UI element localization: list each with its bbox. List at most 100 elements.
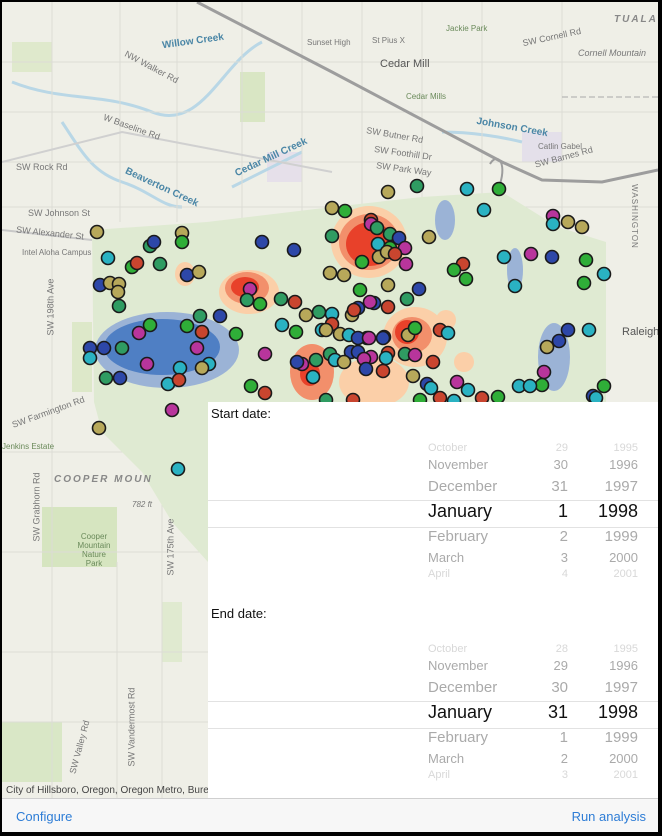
incident-point-green[interactable] [407, 320, 423, 336]
picker-row[interactable]: April 3 2001 [208, 769, 658, 789]
picker-row[interactable]: March 3 2000 [208, 550, 658, 570]
picker-row-selected[interactable]: January 31 1998 [208, 702, 658, 722]
incident-point-teal[interactable] [399, 291, 415, 307]
year-cell[interactable]: 2001 [588, 568, 638, 580]
incident-point-red[interactable] [387, 246, 403, 262]
month-cell[interactable]: November [428, 457, 508, 472]
incident-point-olive[interactable] [380, 277, 396, 293]
picker-row[interactable]: December 31 1997 [208, 478, 658, 498]
incident-point-teal[interactable] [239, 292, 255, 308]
month-cell[interactable]: December [428, 679, 508, 696]
day-cell[interactable]: 1 [528, 501, 568, 522]
year-cell[interactable]: 1999 [588, 729, 638, 746]
month-cell[interactable]: February [428, 528, 508, 545]
incident-point-navy[interactable] [560, 322, 576, 338]
day-cell[interactable]: 29 [528, 658, 568, 673]
incident-point-red[interactable] [171, 372, 187, 388]
incident-point-green[interactable] [252, 296, 268, 312]
incident-point-navy[interactable] [411, 281, 427, 297]
picker-row[interactable]: March 2 2000 [208, 751, 658, 771]
incident-point-magenta[interactable] [361, 330, 377, 346]
month-cell[interactable]: October [428, 442, 508, 454]
day-cell[interactable]: 31 [528, 478, 568, 495]
incident-point-navy[interactable] [544, 249, 560, 265]
picker-row[interactable]: February 2 1999 [208, 528, 658, 548]
incident-point-olive[interactable] [324, 200, 340, 216]
incident-point-olive[interactable] [336, 354, 352, 370]
incident-point-cyan[interactable] [460, 382, 476, 398]
incident-point-red[interactable] [194, 324, 210, 340]
incident-point-cyan[interactable] [82, 350, 98, 366]
incident-point-teal[interactable] [273, 291, 289, 307]
start-date-picker[interactable]: October 29 1995 November 30 1996 December 31 199… [208, 442, 658, 592]
day-cell[interactable]: 4 [528, 568, 568, 580]
day-cell[interactable]: 3 [528, 769, 568, 781]
day-cell[interactable]: 30 [528, 457, 568, 472]
configure-button[interactable]: Configure [16, 809, 72, 824]
day-cell[interactable]: 2 [528, 751, 568, 766]
incident-point-olive[interactable] [380, 184, 396, 200]
day-cell[interactable]: 1 [528, 729, 568, 746]
year-cell[interactable]: 1998 [588, 501, 638, 522]
incident-point-magenta[interactable] [131, 325, 147, 341]
month-cell[interactable]: January [428, 702, 508, 723]
month-cell[interactable]: December [428, 478, 508, 495]
incident-point-magenta[interactable] [536, 364, 552, 380]
incident-point-cyan[interactable] [496, 249, 512, 265]
incident-point-cyan[interactable] [581, 322, 597, 338]
incident-point-green[interactable] [228, 326, 244, 342]
month-cell[interactable]: April [428, 769, 508, 781]
year-cell[interactable]: 2001 [588, 769, 638, 781]
incident-point-olive[interactable] [560, 214, 576, 230]
incident-point-teal[interactable] [369, 220, 385, 236]
incident-point-cyan[interactable] [522, 378, 538, 394]
incident-point-cyan[interactable] [172, 360, 188, 376]
incident-point-navy[interactable] [254, 234, 270, 250]
incident-point-olive[interactable] [191, 264, 207, 280]
incident-point-magenta[interactable] [257, 346, 273, 362]
incident-point-green[interactable] [288, 324, 304, 340]
month-cell[interactable]: January [428, 501, 508, 522]
incident-point-cyan[interactable] [476, 202, 492, 218]
incident-point-cyan[interactable] [545, 216, 561, 232]
incident-point-olive[interactable] [110, 284, 126, 300]
incident-point-teal[interactable] [308, 352, 324, 368]
incident-point-cyan[interactable] [507, 278, 523, 294]
run-analysis-button[interactable]: Run analysis [572, 809, 646, 824]
incident-point-cyan[interactable] [100, 250, 116, 266]
incident-point-cyan[interactable] [459, 181, 475, 197]
incident-point-olive[interactable] [298, 307, 314, 323]
end-date-picker[interactable]: October 28 1995 November 29 1996 December 30 199… [208, 643, 658, 793]
incident-point-olive[interactable] [91, 420, 107, 436]
incident-point-olive[interactable] [336, 267, 352, 283]
incident-point-magenta[interactable] [189, 340, 205, 356]
day-cell[interactable]: 3 [528, 550, 568, 565]
incident-point-navy[interactable] [179, 267, 195, 283]
picker-row[interactable]: November 30 1996 [208, 457, 658, 477]
day-cell[interactable]: 28 [528, 643, 568, 655]
incident-point-teal[interactable] [192, 308, 208, 324]
incident-point-red[interactable] [346, 302, 362, 318]
incident-point-magenta[interactable] [407, 347, 423, 363]
year-cell[interactable]: 2000 [588, 751, 638, 766]
incident-point-navy[interactable] [212, 308, 228, 324]
incident-point-red[interactable] [129, 255, 145, 271]
incident-point-olive[interactable] [194, 360, 210, 376]
year-cell[interactable]: 1997 [588, 478, 638, 495]
incident-point-green[interactable] [491, 181, 507, 197]
incident-point-red[interactable] [380, 299, 396, 315]
incident-point-green[interactable] [458, 271, 474, 287]
incident-point-navy[interactable] [375, 330, 391, 346]
incident-point-red[interactable] [425, 354, 441, 370]
incident-point-olive[interactable] [322, 265, 338, 281]
incident-point-navy[interactable] [146, 234, 162, 250]
day-cell[interactable]: 2 [528, 528, 568, 545]
incident-point-teal[interactable] [111, 298, 127, 314]
year-cell[interactable]: 2000 [588, 550, 638, 565]
incident-point-navy[interactable] [286, 242, 302, 258]
incident-point-navy[interactable] [96, 340, 112, 356]
incident-point-teal[interactable] [98, 370, 114, 386]
incident-point-green[interactable] [337, 203, 353, 219]
incident-point-olive[interactable] [405, 368, 421, 384]
incident-point-cyan[interactable] [596, 266, 612, 282]
